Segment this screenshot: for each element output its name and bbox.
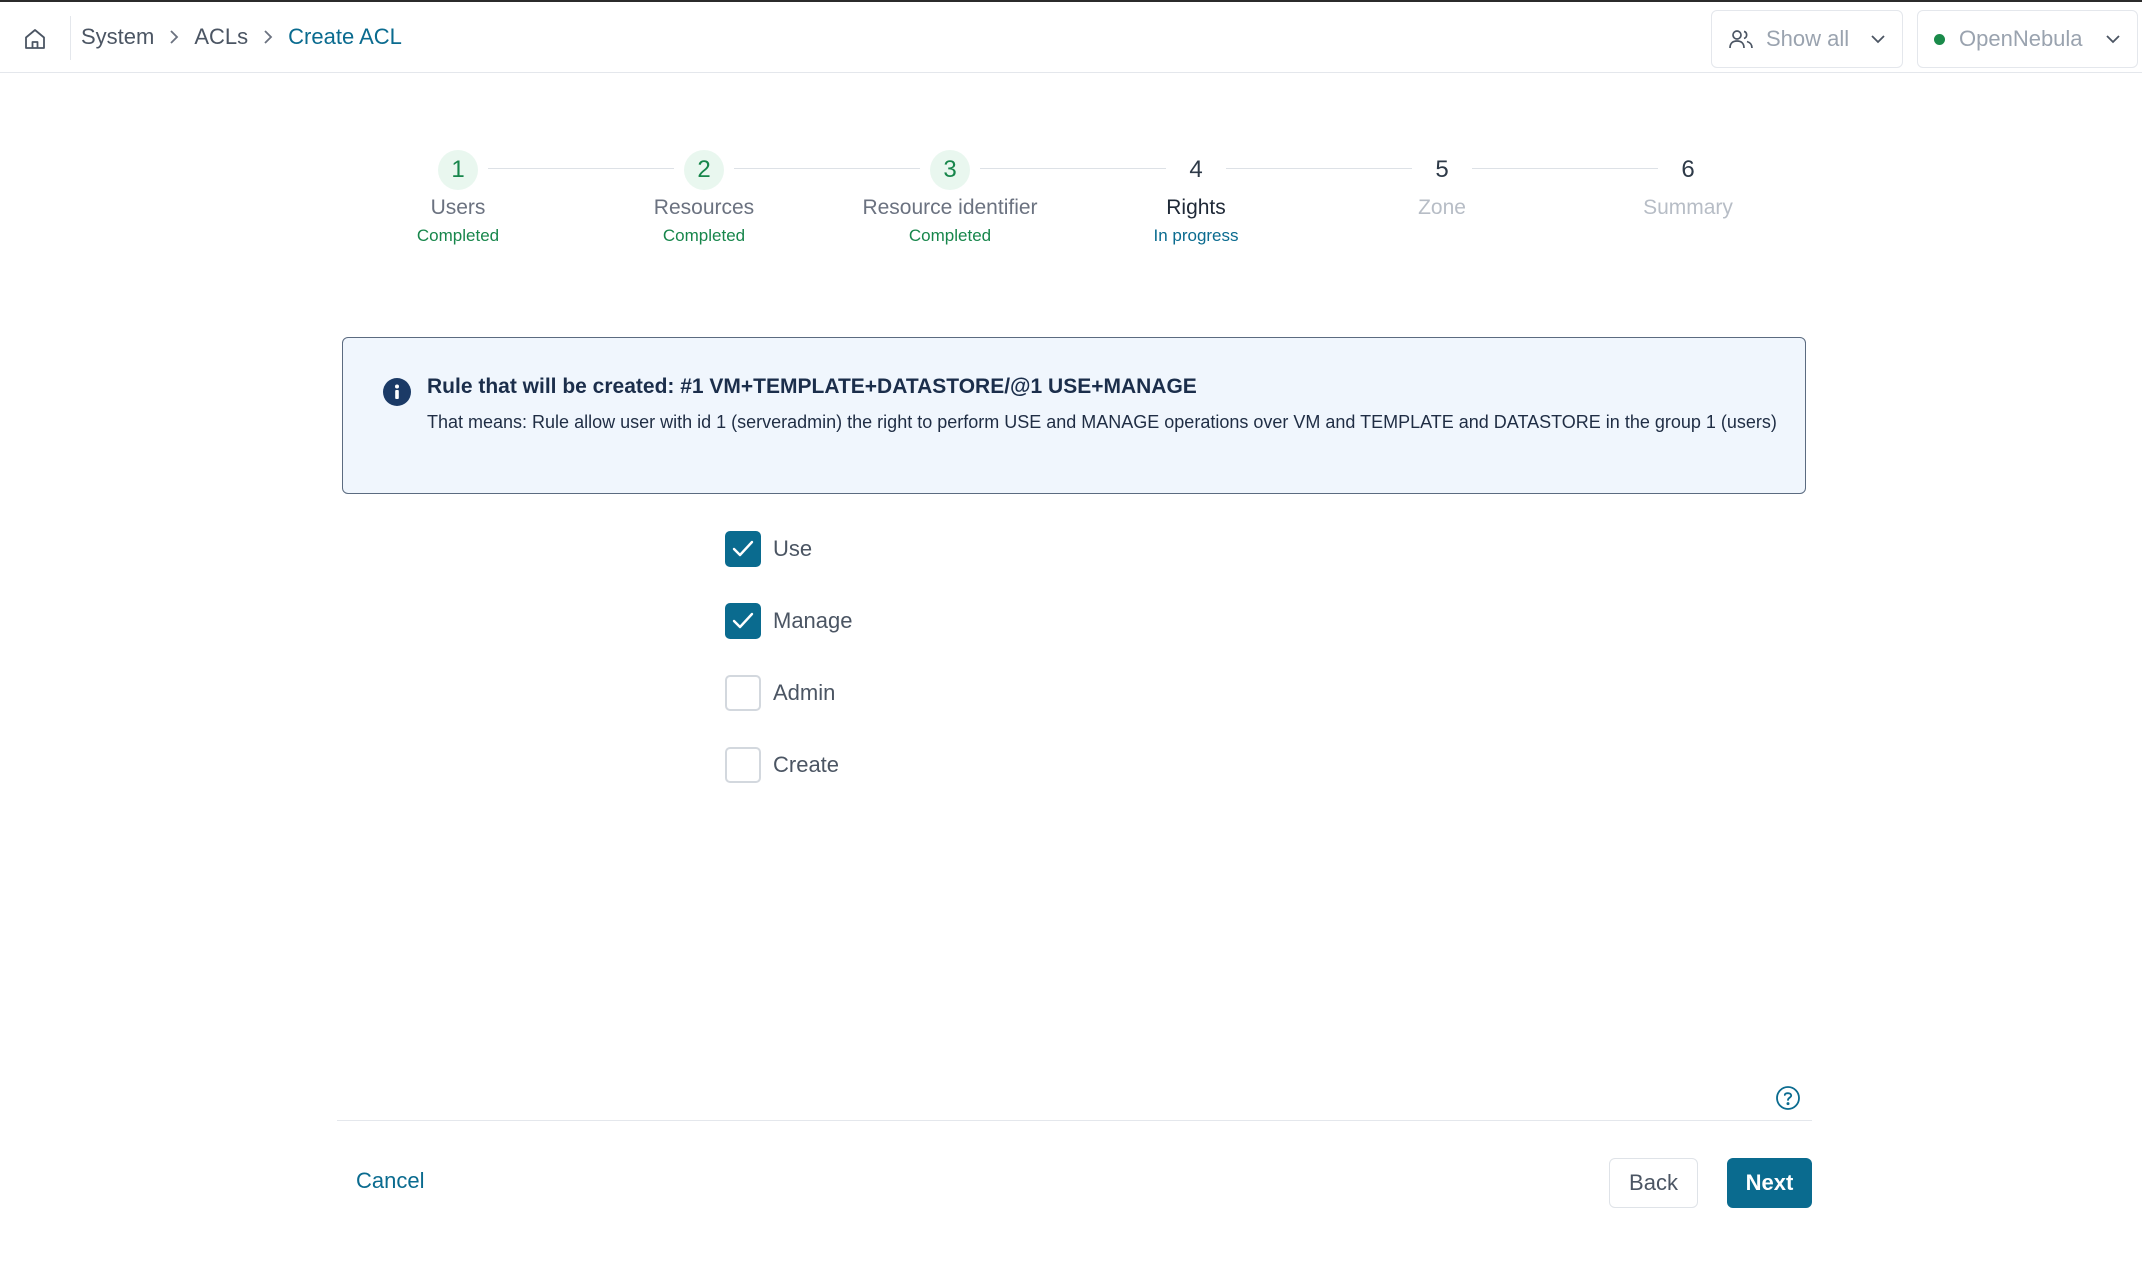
chevron-down-icon bbox=[2105, 34, 2121, 44]
rule-title: Rule that will be created: #1 VM+TEMPLAT… bbox=[427, 375, 1197, 398]
zone-label: OpenNebula bbox=[1959, 26, 2083, 51]
divider bbox=[70, 16, 71, 60]
users-icon bbox=[1728, 28, 1754, 50]
stepper: 1 Users Completed 2 Resources Completed … bbox=[0, 150, 2142, 250]
next-button[interactable]: Next bbox=[1727, 1158, 1812, 1208]
chevron-right-icon bbox=[262, 29, 274, 45]
breadcrumb-acls[interactable]: ACLs bbox=[194, 24, 248, 50]
use-checkbox[interactable] bbox=[725, 531, 761, 567]
zone-select[interactable]: OpenNebula bbox=[1917, 10, 2138, 68]
breadcrumb: System ACLs Create ACL bbox=[81, 24, 402, 50]
chevron-right-icon bbox=[168, 29, 180, 45]
create-label: Create bbox=[773, 752, 840, 777]
use-label: Use bbox=[773, 536, 813, 561]
right-create-option[interactable]: Create bbox=[725, 747, 839, 783]
step-number: 6 bbox=[1681, 156, 1695, 183]
group-filter-select[interactable]: Show all bbox=[1711, 10, 1903, 68]
step-number: 1 bbox=[438, 150, 478, 190]
rule-info-alert: Rule that will be created: #1 VM+TEMPLAT… bbox=[342, 337, 1806, 494]
rule-description: That means: Rule allow user with id 1 (s… bbox=[427, 412, 1777, 432]
step-status: Completed bbox=[908, 226, 992, 245]
breadcrumb-system[interactable]: System bbox=[81, 24, 154, 50]
breadcrumb-current: Create ACL bbox=[288, 24, 402, 49]
right-admin-option[interactable]: Admin bbox=[725, 675, 835, 711]
step-number: 4 bbox=[1189, 156, 1203, 183]
step-status: Completed bbox=[416, 226, 500, 245]
step-label: Users bbox=[430, 196, 486, 219]
home-icon[interactable] bbox=[16, 22, 54, 56]
step-number: 5 bbox=[1435, 156, 1449, 183]
help-icon[interactable] bbox=[1775, 1085, 1801, 1111]
step-number: 2 bbox=[684, 150, 724, 190]
step-label: Summary bbox=[1643, 196, 1733, 219]
step-label: Zone bbox=[1418, 196, 1466, 219]
step-users: 1 Users Completed bbox=[338, 150, 578, 246]
step-resources: 2 Resources Completed bbox=[584, 150, 824, 246]
step-summary: 6 Summary bbox=[1568, 150, 1808, 220]
right-manage-option[interactable]: Manage bbox=[725, 603, 853, 639]
right-use-option[interactable]: Use bbox=[725, 531, 812, 567]
step-label: Rights bbox=[1166, 196, 1226, 219]
step-label: Resource identifier bbox=[862, 196, 1038, 219]
zone-status-dot bbox=[1934, 33, 1945, 45]
divider bbox=[337, 1120, 1812, 1121]
group-filter-label: Show all bbox=[1766, 26, 1850, 51]
step-rights: 4 Rights In progress bbox=[1076, 150, 1316, 246]
step-status: Completed bbox=[662, 226, 746, 245]
manage-label: Manage bbox=[773, 608, 853, 633]
step-label: Resources bbox=[653, 196, 755, 219]
step-status: In progress bbox=[1153, 226, 1239, 245]
admin-checkbox[interactable] bbox=[725, 675, 761, 711]
step-zone: 5 Zone bbox=[1322, 150, 1562, 220]
cancel-button[interactable]: Cancel bbox=[342, 1160, 438, 1202]
create-checkbox[interactable] bbox=[725, 747, 761, 783]
step-resource-identifier: 3 Resource identifier Completed bbox=[830, 150, 1070, 246]
step-number: 3 bbox=[930, 150, 970, 190]
back-button[interactable]: Back bbox=[1609, 1158, 1698, 1208]
admin-label: Admin bbox=[773, 680, 836, 705]
top-bar: System ACLs Create ACL Show all OpenNebu… bbox=[0, 0, 2142, 73]
chevron-down-icon bbox=[1870, 34, 1886, 44]
manage-checkbox[interactable] bbox=[725, 603, 761, 639]
info-icon bbox=[383, 378, 411, 406]
